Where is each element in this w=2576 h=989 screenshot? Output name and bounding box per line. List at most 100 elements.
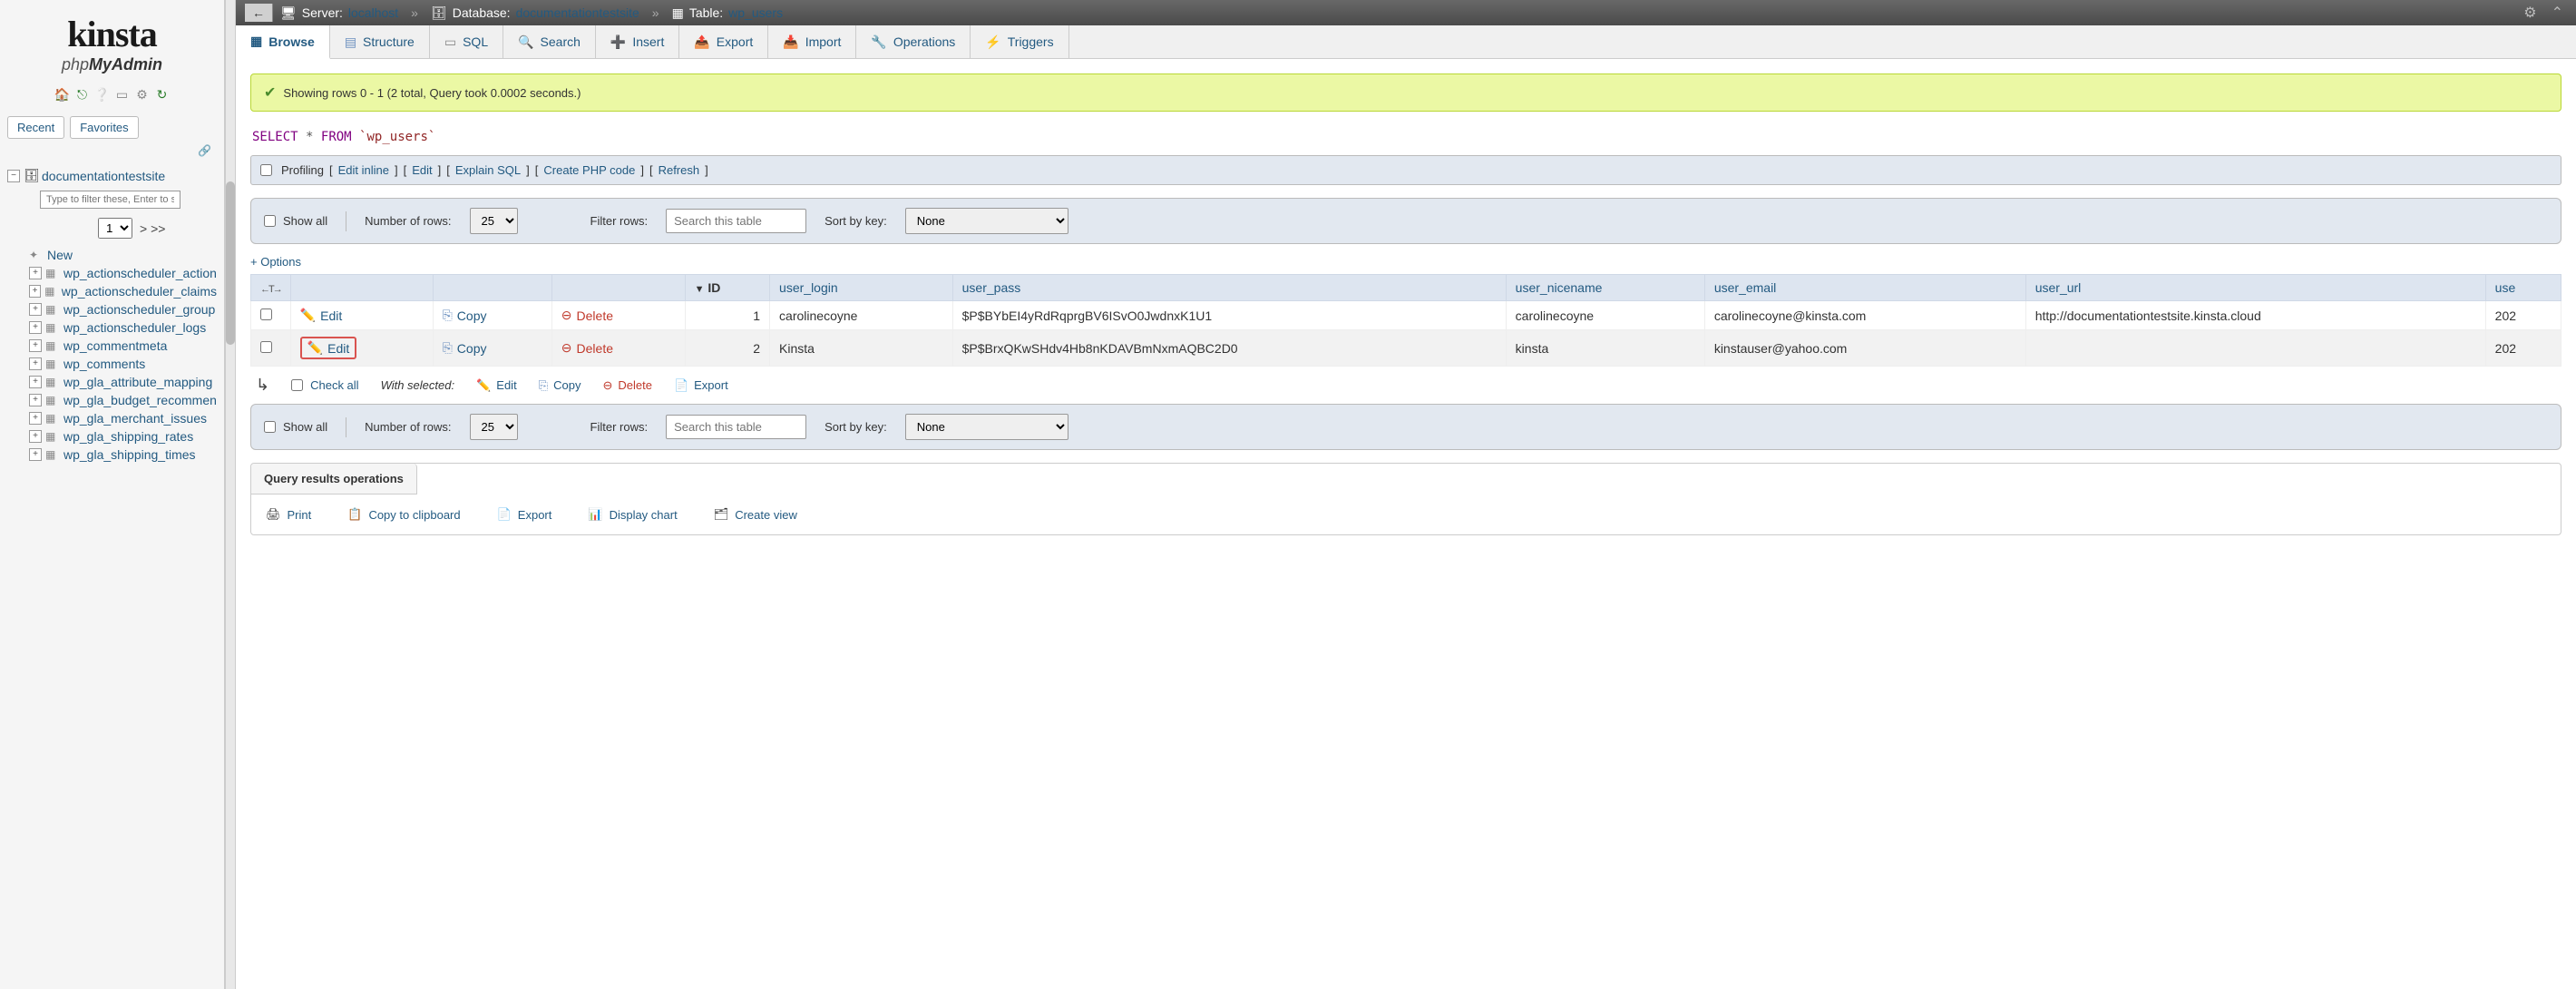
home-icon[interactable]: 🏠 — [54, 87, 71, 103]
bulk-edit-button[interactable]: ✏️Edit — [476, 378, 517, 393]
bulk-delete-button[interactable]: ⊖Delete — [602, 378, 651, 393]
refresh-link[interactable]: Refresh — [659, 163, 700, 177]
row-edit-button[interactable]: ✏️Edit — [300, 337, 357, 359]
tab-triggers[interactable]: ⚡Triggers — [971, 25, 1068, 58]
expand-icon[interactable] — [29, 303, 42, 316]
col-user-email[interactable]: user_email — [1714, 280, 1776, 295]
tree-table-row[interactable]: ▦wp_actionscheduler_action — [29, 264, 217, 282]
tree-table-row[interactable]: ▦wp_commentmeta — [29, 337, 217, 355]
new-table-link[interactable]: New — [47, 248, 73, 262]
tab-search[interactable]: 🔍Search — [503, 25, 596, 58]
sql-icon[interactable]: ▭ — [114, 87, 131, 103]
explain-link[interactable]: Explain SQL — [455, 163, 521, 177]
tab-structure[interactable]: ▤Structure — [330, 25, 430, 58]
row-copy-button[interactable]: ⎘Copy — [443, 340, 487, 356]
sort-key-select[interactable]: None — [905, 414, 1068, 440]
profiling-checkbox[interactable] — [260, 164, 272, 176]
num-rows-select[interactable]: 25 — [470, 208, 518, 234]
op-print-button[interactable]: 🖨Print — [266, 507, 311, 522]
back-button[interactable]: ← — [245, 4, 273, 22]
op-create-view-button[interactable]: 🗂Create view — [714, 507, 797, 522]
expand-icon[interactable] — [29, 267, 42, 279]
pager-next[interactable]: > >> — [140, 221, 165, 236]
breadcrumb-server[interactable]: localhost — [348, 5, 398, 20]
cell-user-login: carolinecoyne — [770, 301, 953, 330]
settings-icon[interactable]: ⚙ — [134, 87, 151, 103]
col-user-nicename[interactable]: user_nicename — [1516, 280, 1603, 295]
expand-icon[interactable] — [29, 376, 42, 388]
edit-link[interactable]: Edit — [412, 163, 432, 177]
tree-table-row[interactable]: ▦wp_actionscheduler_logs — [29, 318, 217, 337]
options-toggle[interactable]: + Options — [250, 250, 301, 274]
breadcrumb-table[interactable]: wp_users — [728, 5, 783, 20]
tree-new-row[interactable]: ✦ New — [29, 246, 217, 264]
gear-icon[interactable]: ⚙ — [2520, 4, 2540, 22]
row-checkbox[interactable] — [260, 341, 272, 353]
col-user-login[interactable]: user_login — [779, 280, 838, 295]
expand-icon[interactable] — [29, 394, 42, 406]
expand-icon[interactable] — [29, 321, 42, 334]
col-user-url[interactable]: user_url — [2035, 280, 2082, 295]
col-user[interactable]: use — [2495, 280, 2516, 295]
row-delete-button[interactable]: ⊖Delete — [561, 308, 613, 323]
db-name[interactable]: documentationtestsite — [42, 169, 165, 183]
sql-query: SELECT * FROM `wp_users` — [250, 124, 2561, 155]
reload-icon[interactable]: ↻ — [154, 87, 171, 103]
collapse-panel-icon[interactable]: ⌃ — [2548, 4, 2567, 22]
create-php-link[interactable]: Create PHP code — [543, 163, 635, 177]
expand-icon[interactable] — [29, 412, 42, 425]
collapse-icon[interactable] — [7, 170, 20, 182]
col-user-pass[interactable]: user_pass — [962, 280, 1021, 295]
row-checkbox[interactable] — [260, 308, 272, 320]
table-filter-input[interactable] — [40, 191, 181, 209]
tree-table-row[interactable]: ▦wp_gla_shipping_rates — [29, 427, 217, 446]
sidebar-scrollbar[interactable] — [225, 0, 236, 989]
logout-icon[interactable]: ⎋ — [74, 87, 91, 103]
expand-icon[interactable] — [29, 357, 42, 370]
show-all-checkbox[interactable] — [264, 215, 276, 227]
breadcrumb-database[interactable]: documentationtestsite — [516, 5, 639, 20]
tab-browse[interactable]: ▦Browse — [236, 25, 330, 59]
tree-table-row[interactable]: ▦wp_gla_shipping_times — [29, 446, 217, 464]
expand-icon[interactable] — [29, 448, 42, 461]
sort-key-select[interactable]: None — [905, 208, 1068, 234]
tab-sql[interactable]: ▭SQL — [430, 25, 503, 58]
tree-table-row[interactable]: ▦wp_actionscheduler_claims — [29, 282, 217, 300]
tree-table-row[interactable]: ▦wp_gla_attribute_mapping — [29, 373, 217, 391]
tab-recent[interactable]: Recent — [7, 116, 64, 139]
tree-table-row[interactable]: ▦wp_comments — [29, 355, 217, 373]
show-all-checkbox[interactable] — [264, 421, 276, 433]
expand-icon[interactable] — [29, 339, 42, 352]
col-id[interactable]: ID — [707, 280, 720, 295]
tree-db-row[interactable]: 🗄 documentationtestsite — [7, 166, 217, 185]
tab-import[interactable]: 📥Import — [768, 25, 856, 58]
link-icon[interactable]: 🔗 — [198, 144, 211, 157]
tab-operations[interactable]: 🔧Operations — [856, 25, 971, 58]
op-copy-clipboard-button[interactable]: 📋Copy to clipboard — [347, 507, 460, 522]
check-all-link[interactable]: Check all — [310, 378, 358, 392]
row-copy-button[interactable]: ⎘Copy — [443, 308, 487, 323]
tab-export[interactable]: 📤Export — [679, 25, 768, 58]
tree-table-row[interactable]: ▦wp_gla_merchant_issues — [29, 409, 217, 427]
row-delete-button[interactable]: ⊖Delete — [561, 340, 613, 356]
bulk-copy-button[interactable]: ⎘Copy — [539, 378, 581, 393]
docs-icon[interactable]: ❔ — [94, 87, 111, 103]
row-edit-button[interactable]: ✏️Edit — [300, 308, 343, 323]
check-all-checkbox[interactable] — [291, 379, 303, 391]
op-chart-button[interactable]: 📊Display chart — [588, 507, 677, 522]
expand-icon[interactable] — [29, 430, 42, 443]
filter-rows-input[interactable] — [666, 415, 806, 439]
expand-icon[interactable] — [29, 285, 41, 298]
page-select[interactable]: 1 — [98, 218, 132, 239]
edit-inline-link[interactable]: Edit inline — [338, 163, 389, 177]
num-rows-select[interactable]: 25 — [470, 414, 518, 440]
tab-insert[interactable]: ➕Insert — [596, 25, 679, 58]
filter-rows-input[interactable] — [666, 209, 806, 233]
op-export-button[interactable]: 📄Export — [497, 507, 552, 522]
tree-table-row[interactable]: ▦wp_gla_budget_recommen — [29, 391, 217, 409]
sort-direction-icon[interactable]: ←T→ — [260, 284, 281, 295]
sort-desc-icon[interactable]: ▼ — [695, 284, 705, 295]
bulk-export-button[interactable]: 📄Export — [674, 378, 728, 393]
tree-table-row[interactable]: ▦wp_actionscheduler_group — [29, 300, 217, 318]
tab-favorites[interactable]: Favorites — [70, 116, 138, 139]
